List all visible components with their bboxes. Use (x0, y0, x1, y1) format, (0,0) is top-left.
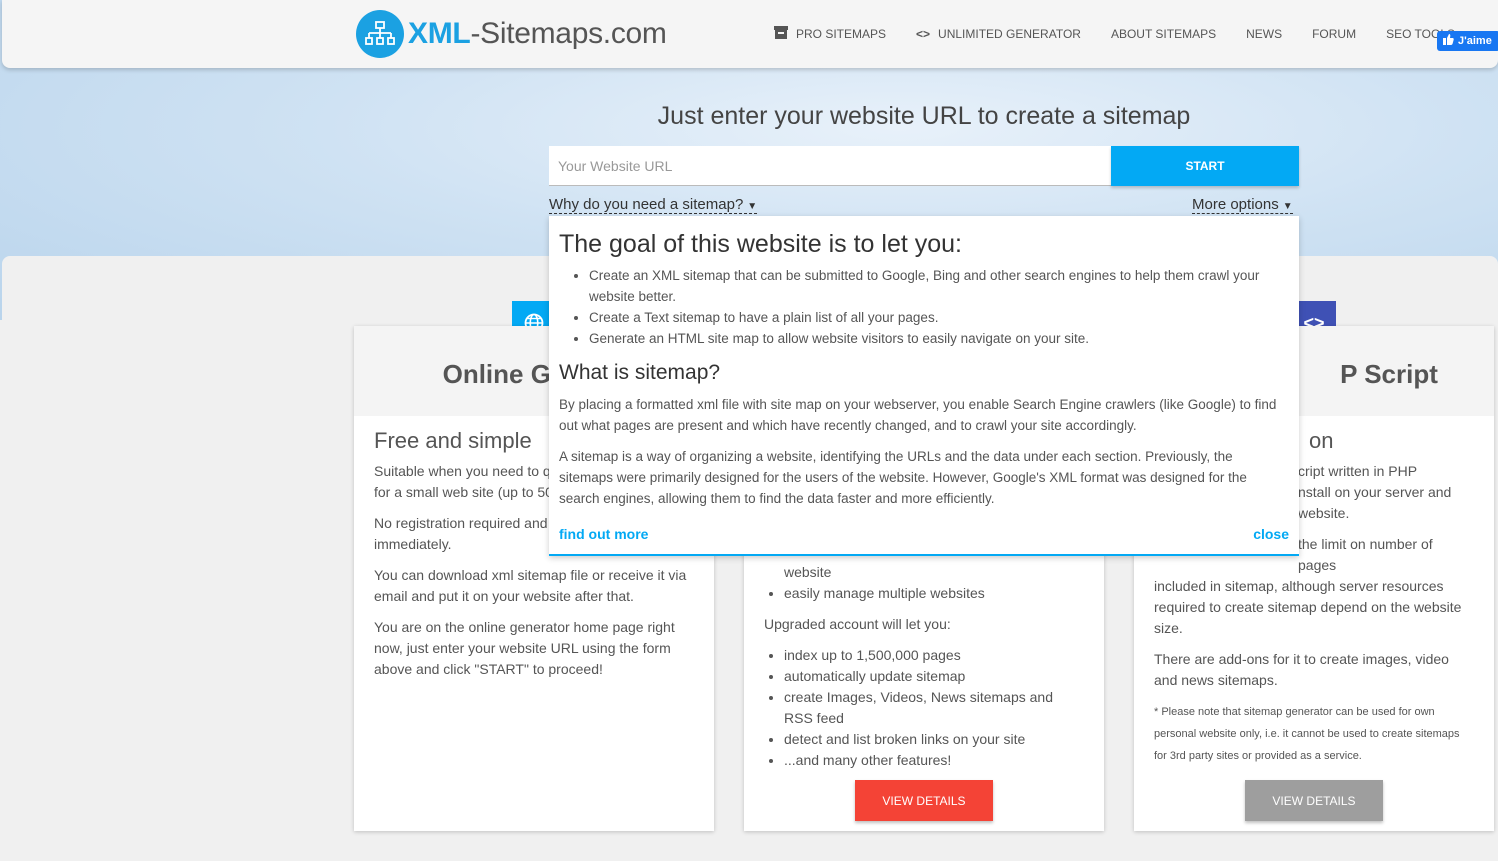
nav-unlimited-generator[interactable]: <> UNLIMITED GENERATOR (916, 27, 1081, 41)
facebook-like-button[interactable]: J'aime (1437, 31, 1498, 51)
site-logo[interactable]: XML-Sitemaps.com (356, 10, 667, 58)
card-text: You can download xml sitemap file or rec… (374, 567, 687, 604)
nav-pro-sitemaps[interactable]: PRO SITEMAPS (774, 26, 886, 42)
text-line: immediately. (374, 536, 452, 552)
online-generator-title: Online Ge (442, 358, 566, 389)
list-item: ...and many other features! (784, 750, 1084, 771)
upgrade-features-list: index up to 1,500,000 pages automaticall… (764, 645, 1084, 771)
why-sitemap-popup: The goal of this website is to let you: … (549, 216, 1299, 556)
list-item: index up to 1,500,000 pages (784, 645, 1084, 666)
card-text: There are add-ons for it to create image… (1154, 651, 1449, 688)
close-link[interactable]: close (1253, 526, 1289, 542)
pro-view-details-button[interactable]: VIEW DETAILS (855, 780, 993, 821)
thumbs-up-icon (1443, 34, 1454, 48)
sitemap-tree-icon (356, 10, 404, 58)
text-line: for a small web site (up to 50 (374, 484, 553, 500)
card-note: * Please note that sitemap generator can… (1154, 706, 1460, 762)
list-item: automatically update sitemap (784, 666, 1084, 687)
pro-features-list: easily manage multiple websites (764, 583, 1084, 604)
card-text: You are on the online generator home pag… (374, 619, 675, 677)
nav-label: UNLIMITED GENERATOR (938, 27, 1081, 41)
nav-label: ABOUT SITEMAPS (1110, 27, 1217, 41)
nav-forum[interactable]: FORUM (1312, 27, 1356, 41)
hero-title: Just enter your website URL to create a … (657, 102, 1191, 130)
caret-down-icon: ▼ (747, 201, 758, 212)
nav-label: NEWS (1246, 27, 1283, 41)
card-text: website (784, 564, 832, 580)
popup-heading: The goal of this website is to let you: (559, 230, 962, 258)
text-line: cript written in PHP (1298, 463, 1418, 479)
php-script-title: P Script (1340, 358, 1438, 389)
list-item: Create a Text sitemap to have a plain li… (589, 307, 1289, 328)
nav-label: FORUM (1312, 27, 1357, 41)
text-line: nstall on your server and (1298, 484, 1452, 500)
list-item: Generate an HTML site map to allow websi… (589, 328, 1289, 349)
text-line: included in sitemap, although server res… (1154, 578, 1462, 636)
nav-about-sitemaps[interactable]: ABOUT SITEMAPS (1111, 27, 1216, 41)
site-header: XML-Sitemaps.com PRO SITEMAPS <> UNLIMIT… (2, 0, 1498, 68)
why-sitemap-label: Why do you need a sitemap? (549, 196, 744, 213)
main-nav: PRO SITEMAPS <> UNLIMITED GENERATOR ABOU… (774, 26, 1455, 42)
logo-domain: -Sitemaps.com (470, 17, 667, 50)
logo-text: XML-Sitemaps.com (408, 17, 667, 51)
website-url-input[interactable] (549, 146, 1111, 186)
popup-paragraph: By placing a formatted xml file with sit… (559, 397, 1277, 433)
popup-paragraph: A sitemap is a way of organizing a websi… (559, 449, 1247, 506)
card-text: Upgraded account will let you: (764, 616, 951, 632)
script-view-details-button[interactable]: VIEW DETAILS (1245, 780, 1383, 821)
list-item: create Images, Videos, News sitemaps and… (784, 687, 1084, 729)
caret-down-icon: ▼ (1282, 201, 1293, 212)
start-button[interactable]: START (1111, 146, 1299, 186)
nav-label: PRO SITEMAPS (796, 27, 887, 41)
archive-icon (774, 26, 788, 42)
goals-list: Create an XML sitemap that can be submit… (559, 265, 1289, 349)
popup-subheading: What is sitemap? (559, 361, 721, 384)
list-item: Create an XML sitemap that can be submit… (589, 265, 1289, 307)
text-line: No registration required and y (374, 515, 559, 531)
fb-like-label: J'aime (1458, 35, 1492, 47)
code-icon: <> (916, 27, 931, 41)
more-options-dropdown[interactable]: More options ▼ (1192, 196, 1293, 214)
more-options-label: More options (1192, 196, 1279, 213)
list-item: detect and list broken links on your sit… (784, 729, 1084, 750)
find-out-more-link[interactable]: find out more (559, 526, 648, 542)
why-sitemap-dropdown[interactable]: Why do you need a sitemap? ▼ (549, 196, 758, 214)
logo-xml: XML (408, 17, 471, 50)
text-line: Suitable when you need to qu (374, 463, 559, 479)
nav-news[interactable]: NEWS (1246, 27, 1282, 41)
text-line: website. (1298, 505, 1350, 521)
list-item: easily manage multiple websites (784, 583, 1084, 604)
